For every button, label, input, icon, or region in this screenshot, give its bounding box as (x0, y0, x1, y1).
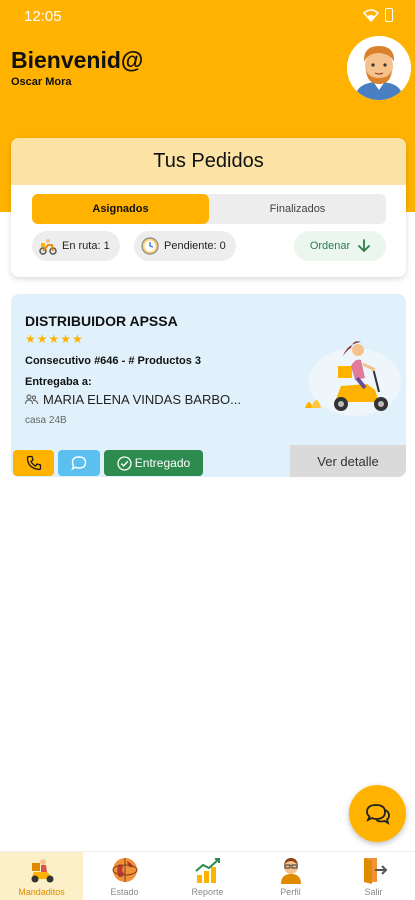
delivered-button[interactable]: Entregado (104, 450, 203, 476)
status-icons (363, 8, 393, 22)
wifi-icon (363, 8, 379, 22)
nav-item-salir[interactable]: Salir (332, 852, 415, 900)
check-circle-icon (117, 455, 132, 471)
avatar-icon (347, 36, 411, 100)
nav-label-perfil: Perfil (280, 887, 301, 897)
tab-asignados[interactable]: Asignados (32, 194, 209, 224)
nav-item-estado[interactable]: Estado (83, 852, 166, 900)
nav-label-reporte: Reporte (191, 887, 224, 897)
view-detail-button[interactable]: Ver detalle (290, 445, 406, 477)
chart-icon (194, 858, 220, 883)
nav-item-perfil[interactable]: Perfil (249, 852, 332, 900)
exit-icon (363, 858, 387, 884)
delivery-scooter-illustration (305, 341, 401, 416)
nav-label-salir: Salir (364, 887, 383, 897)
call-button[interactable] (13, 450, 54, 476)
nav-label-estado: Estado (110, 887, 139, 897)
pendiente-label: Pendiente: 0 (164, 240, 226, 252)
order-consecutive: Consecutivo #646 - # Productos 3 (25, 355, 202, 367)
deliver-to-label: Entregaba a: (25, 376, 92, 388)
welcome-title: Bienvenid@ (11, 47, 144, 73)
delivered-label: Entregado (134, 456, 191, 470)
nav-item-mandaditos[interactable]: Mandaditos (0, 852, 83, 900)
chat-bubbles-icon (365, 803, 390, 825)
order-card[interactable]: DISTRIBUIDOR APSSA ★★★★★ Consecutivo #64… (11, 294, 406, 477)
sort-label: Ordenar (309, 240, 351, 252)
sort-button[interactable]: Ordenar (294, 231, 386, 261)
chat-bubble-icon (71, 456, 87, 471)
orders-title: Tus Pedidos (153, 150, 264, 172)
status-bar: 12:05 (0, 0, 415, 32)
phone-icon (26, 455, 41, 471)
scooter-icon (30, 859, 53, 883)
distributor-name: DISTRIBUIDOR APSSA (25, 313, 178, 329)
clock-icon (141, 237, 159, 255)
recipient-name: MARIA ELENA VINDAS BARBO... (43, 392, 241, 407)
en-ruta-chip[interactable]: En ruta: 1 (32, 231, 120, 261)
chat-button[interactable] (58, 450, 100, 476)
nav-item-reporte[interactable]: Reporte (166, 852, 249, 900)
tab-finalizados[interactable]: Finalizados (209, 194, 386, 224)
rating-stars: ★★★★★ (25, 332, 84, 346)
people-icon (25, 394, 38, 405)
orders-card: Tus Pedidos Asignados Finalizados En rut… (11, 138, 406, 277)
en-ruta-label: En ruta: 1 (62, 240, 110, 252)
user-name: Oscar Mora (11, 76, 72, 88)
battery-icon (385, 8, 393, 22)
orders-title-bar: Tus Pedidos (11, 138, 406, 185)
nav-label-mandaditos: Mandaditos (18, 887, 65, 897)
pendiente-chip[interactable]: Pendiente: 0 (134, 231, 236, 261)
recipient: MARIA ELENA VINDAS BARBO... (25, 392, 241, 407)
chat-fab[interactable] (349, 785, 406, 842)
address: casa 24B (25, 415, 67, 426)
order-tabs: Asignados Finalizados (32, 194, 386, 224)
avatar[interactable] (347, 36, 411, 100)
scooter-icon (39, 239, 57, 255)
bottom-nav: Mandaditos Estado Reporte Perfil Salir (0, 851, 415, 900)
status-time: 12:05 (24, 8, 62, 25)
globe-icon (112, 858, 137, 882)
profile-icon (280, 858, 301, 884)
arrow-down-icon (358, 239, 371, 253)
